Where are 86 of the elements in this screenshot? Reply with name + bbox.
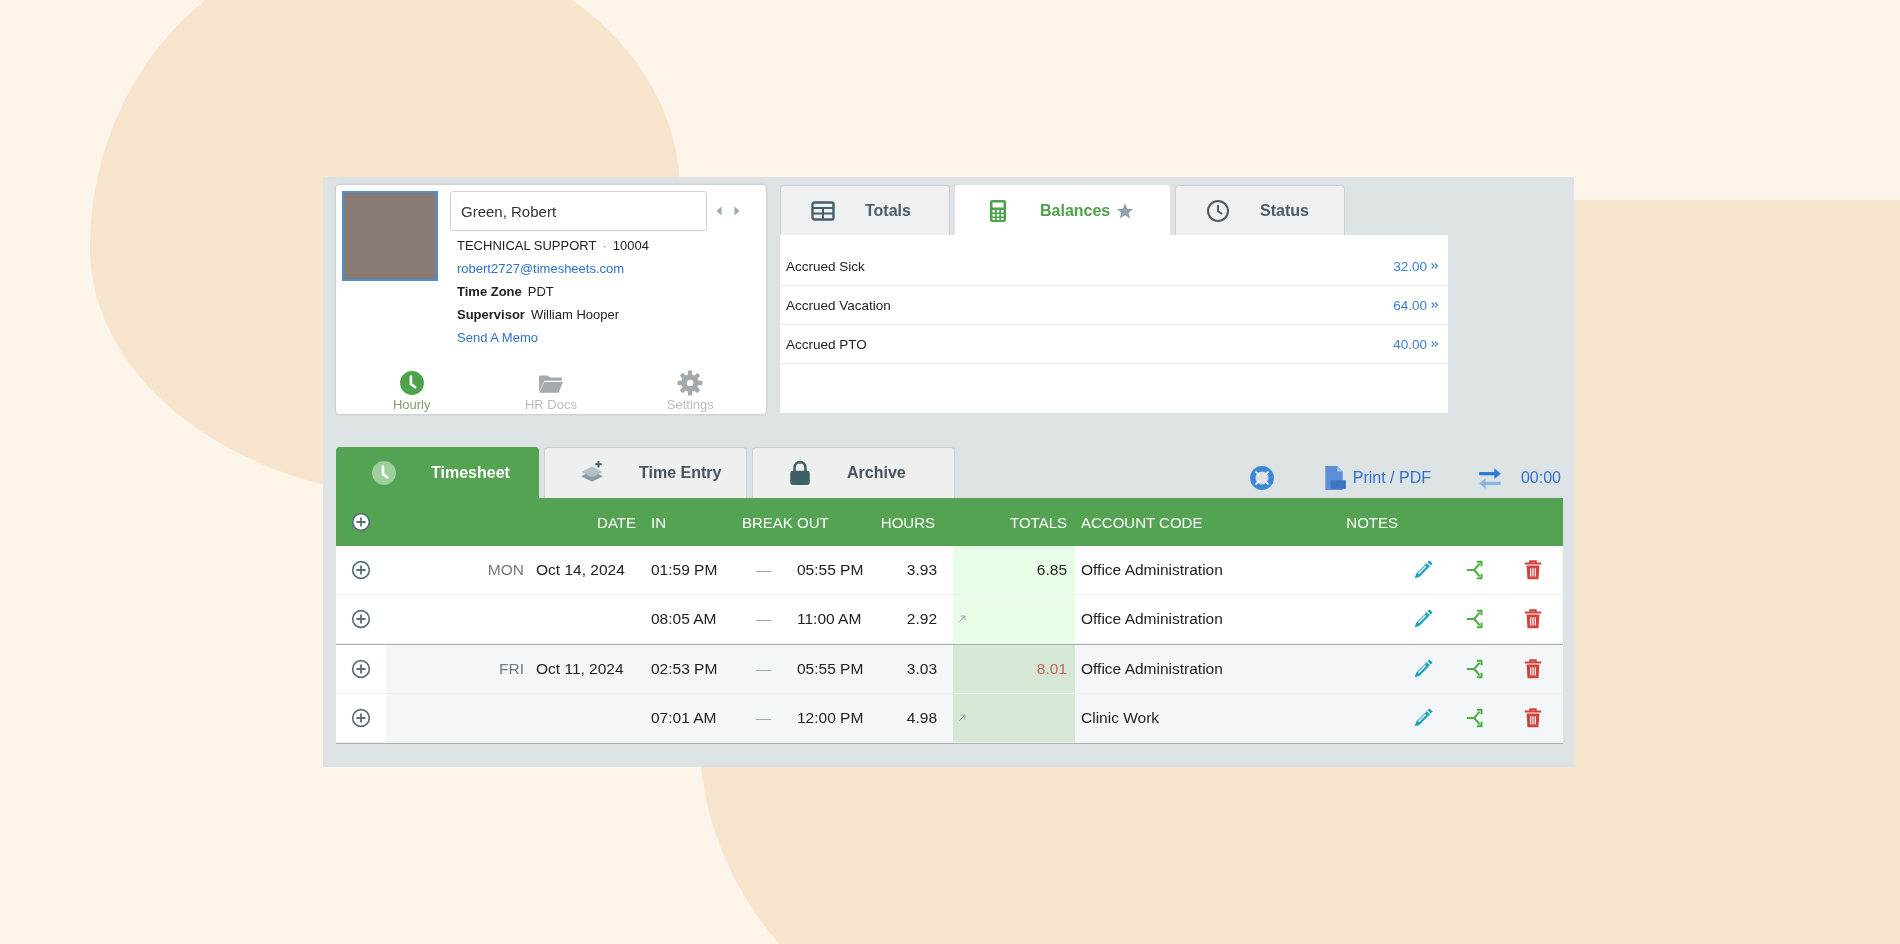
break-cell-text: —: [754, 560, 773, 580]
trash-icon[interactable]: [1522, 707, 1544, 729]
balance-label: Accrued PTO: [786, 336, 867, 352]
date-cell-text: Oct 11, 2024: [535, 659, 625, 679]
time-in-cell-text: 01:59 PM: [650, 560, 719, 580]
hours-cell-text: 2.92: [905, 609, 938, 629]
column-header: DATE: [596, 512, 637, 533]
break-cell-text: —: [754, 609, 773, 629]
column-header: OUT: [796, 512, 830, 533]
column-header: HOURS: [879, 512, 936, 533]
break-cell-text: —: [754, 659, 773, 679]
account-code-cell-text: Clinic Work: [1080, 708, 1161, 728]
star-icon: [1116, 201, 1135, 220]
memo-link[interactable]: Send A Memo: [457, 330, 538, 346]
total-cell: 6.85: [1036, 561, 1067, 579]
add-icon[interactable]: [351, 512, 371, 532]
hours-cell-text: 4.98: [905, 708, 938, 728]
diagonal-arrow-icon: [957, 713, 967, 723]
employee-id: 10004: [612, 238, 649, 254]
double-chevron-icon: [1430, 261, 1440, 271]
column-header: BREAK: [741, 512, 791, 533]
pencil-icon[interactable]: [1412, 608, 1434, 630]
nav-clock-button[interactable]: Hourly: [342, 370, 482, 412]
add-icon[interactable]: [351, 659, 371, 679]
double-chevron-icon: [1430, 339, 1440, 349]
field-label: Time Zone: [457, 284, 522, 300]
employee-field[interactable]: Green, Robert: [450, 191, 707, 231]
summary-tab[interactable]: Totals: [780, 185, 950, 235]
balance-value-link[interactable]: 40.00: [1393, 336, 1440, 352]
balance-value-link[interactable]: 64.00: [1393, 297, 1440, 313]
column-header: IN: [650, 512, 667, 533]
field-value: William Hooper: [530, 307, 620, 323]
time-out-cell-text: 12:00 PM: [796, 708, 865, 728]
pencil-icon[interactable]: [1412, 658, 1434, 680]
time-out-cell-text: 05:55 PM: [796, 659, 865, 679]
time-out-cell-text: 11:00 AM: [796, 609, 863, 629]
date-cell-text: Oct 14, 2024: [535, 560, 626, 580]
add-icon[interactable]: [351, 609, 371, 629]
lifebuoy-icon[interactable]: [1248, 465, 1275, 491]
timer-text: 00:00: [1520, 469, 1561, 487]
clock-icon: [398, 370, 425, 396]
time-in-cell-text: 08:05 AM: [650, 609, 718, 629]
main-tab[interactable]: Archive: [752, 447, 955, 498]
separator-dot: ·: [602, 238, 607, 254]
trash-icon[interactable]: [1522, 658, 1544, 680]
hours-cell-text: 3.93: [905, 560, 938, 580]
account-code-cell-text: Office Administration: [1080, 560, 1224, 580]
field-label: Supervisor: [457, 307, 525, 323]
balance-value-link[interactable]: 32.00: [1393, 258, 1440, 274]
diagonal-arrow-icon: [957, 614, 967, 624]
field-value: PDT: [527, 284, 554, 300]
account-code-cell-text: Office Administration: [1080, 609, 1224, 629]
add-icon[interactable]: [351, 560, 371, 580]
print-pdf-link[interactable]: Print / PDF: [1320, 465, 1431, 491]
day-cell-text: FRI: [498, 659, 525, 679]
email-link[interactable]: robert2727@timesheets.com: [457, 261, 625, 277]
column-header: NOTES: [1345, 512, 1398, 533]
summary-tab[interactable]: Status: [1175, 185, 1345, 235]
clock-icon: [1206, 198, 1230, 223]
day-cell-text: MON: [486, 560, 525, 580]
clock-icon: [371, 460, 397, 486]
column-header: ACCOUNT CODE: [1080, 512, 1204, 533]
time-in-cell-text: 02:53 PM: [650, 659, 719, 679]
account-code-cell-text: Office Administration: [1080, 659, 1224, 679]
balance-label: Accrued Vacation: [786, 297, 891, 313]
time-in-cell-text: 07:01 AM: [650, 708, 718, 728]
break-cell-text: —: [754, 708, 773, 728]
department-label: TECHNICAL SUPPORT: [457, 238, 597, 254]
table-icon: [811, 198, 835, 223]
main-tab[interactable]: Timesheet: [336, 447, 539, 498]
pencil-icon[interactable]: [1412, 559, 1434, 581]
swap-arrows-icon[interactable]: [1476, 465, 1503, 491]
trash-icon[interactable]: [1522, 559, 1544, 581]
pencil-icon[interactable]: [1412, 707, 1434, 729]
add-icon[interactable]: [351, 708, 371, 728]
trash-icon[interactable]: [1522, 608, 1544, 630]
total-cell: 8.01: [1036, 660, 1067, 678]
lock-icon: [787, 460, 813, 486]
hours-cell-text: 3.03: [905, 659, 938, 679]
column-header: TOTALS: [1009, 512, 1068, 533]
summary-tab[interactable]: Balances: [955, 185, 1170, 235]
double-chevron-icon: [1430, 300, 1440, 310]
balance-label: Accrued Sick: [786, 258, 865, 274]
time-out-cell-text: 05:55 PM: [796, 560, 865, 580]
gear-icon: [677, 370, 704, 396]
main-tab[interactable]: Time Entry: [544, 447, 747, 498]
